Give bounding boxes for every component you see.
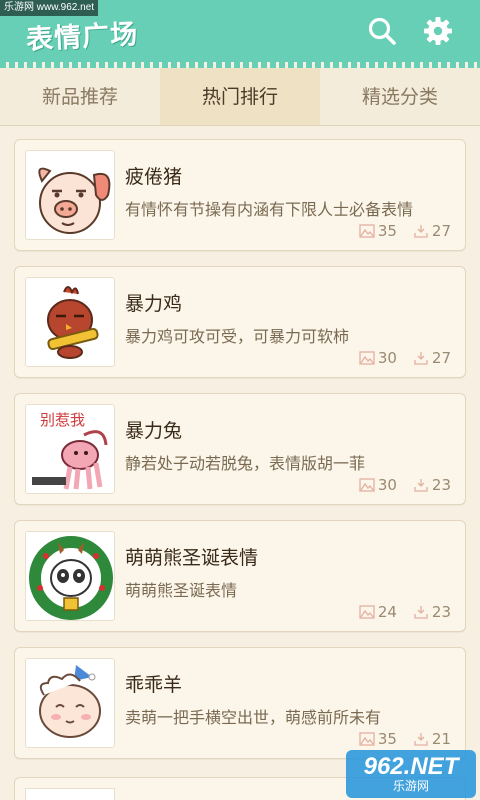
list-item[interactable]: 乖乖羊 卖萌一把手横空出世，萌感前所未有 35 21 [14, 647, 466, 759]
download-icon [414, 733, 428, 746]
watermark-logo-subtext: 乐游网 [392, 779, 429, 793]
list-item[interactable]: 暴力鸡 暴力鸡可攻可受，可暴力可软柿 30 27 [14, 266, 466, 378]
view-count-value: 24 [377, 603, 397, 621]
item-description: 静若处子动若脱兔，表情版胡一菲 [125, 454, 366, 473]
download-count: 27 [413, 349, 451, 367]
view-count: 30 [359, 349, 397, 367]
watermark-top: 乐游网 www.962.net [0, 0, 99, 16]
chicken-sticker-icon [47, 286, 99, 359]
view-count: 24 [359, 603, 397, 621]
list-item[interactable]: 别惹我 暴力兔 静若处子动若脱兔，表情版胡一菲 30 23 [14, 393, 466, 505]
item-thumbnail [25, 531, 115, 621]
item-description: 暴力鸡可攻可受，可暴力可软柿 [125, 327, 350, 346]
download-count-value: 23 [431, 476, 451, 494]
item-description: 有情怀有节操有内涵有下限人士必备表情 [125, 200, 414, 219]
download-icon [414, 606, 428, 619]
sheep-sticker-icon [39, 665, 101, 738]
image-icon [359, 605, 375, 619]
view-count-value: 35 [377, 730, 397, 748]
item-stats: 35 21 [343, 730, 451, 748]
download-count-value: 23 [431, 603, 451, 621]
rabbit-sticker-icon [32, 430, 108, 490]
item-thumbnail [25, 277, 115, 367]
download-icon [414, 352, 428, 365]
item-thumbnail: 别惹我 [25, 404, 115, 494]
view-count-value: 30 [377, 349, 397, 367]
view-count: 30 [359, 476, 397, 494]
search-button[interactable] [362, 11, 402, 51]
bear-wreath-sticker-icon [29, 536, 113, 620]
image-icon [359, 351, 375, 365]
download-icon [414, 479, 428, 492]
image-icon [359, 732, 375, 746]
download-icon [414, 225, 428, 238]
item-stats: 30 27 [343, 349, 451, 367]
view-count: 35 [359, 222, 397, 240]
pig-sticker-icon [38, 167, 111, 234]
emoji-pack-list: 疲倦猪 有情怀有节操有内涵有下限人士必备表情 35 27 暴力鸡 暴力鸡可攻可受… [14, 139, 466, 774]
download-count: 21 [413, 730, 451, 748]
item-stats: 24 23 [343, 603, 451, 621]
list-item[interactable]: 萌萌熊圣诞表情 萌萌熊圣诞表情 24 23 [14, 520, 466, 632]
tab-hot[interactable]: 热门排行 [160, 68, 320, 125]
download-count-value: 27 [431, 222, 451, 240]
watermark-logo: 962.NET 乐游网 [346, 750, 476, 798]
app-title: 表情广场 [25, 18, 139, 56]
search-icon [368, 17, 396, 45]
watermark-logo-text: 962.NET [363, 753, 459, 780]
view-count: 35 [359, 730, 397, 748]
image-icon [359, 224, 375, 238]
item-description: 卖萌一把手横空出世，萌感前所未有 [125, 708, 382, 727]
item-title: 萌萌熊圣诞表情 [125, 547, 259, 569]
item-title: 暴力鸡 [125, 293, 183, 315]
download-count-value: 27 [431, 349, 451, 367]
item-thumbnail [25, 150, 115, 240]
item-title: 疲倦猪 [125, 166, 183, 188]
item-stats: 30 23 [343, 476, 451, 494]
item-stats: 35 27 [343, 222, 451, 240]
tab-new[interactable]: 新品推荐 [0, 68, 160, 125]
item-description: 萌萌熊圣诞表情 [125, 581, 238, 600]
list-item[interactable]: 疲倦猪 有情怀有节操有内涵有下限人士必备表情 35 27 [14, 139, 466, 251]
download-count: 23 [413, 603, 451, 621]
tab-bar: 新品推荐 热门排行 精选分类 [0, 68, 480, 126]
download-count: 23 [413, 476, 451, 494]
download-count-value: 21 [431, 730, 451, 748]
tab-featured[interactable]: 精选分类 [320, 68, 480, 125]
view-count-value: 35 [377, 222, 397, 240]
item-thumbnail [25, 658, 115, 748]
item-title: 暴力兔 [125, 420, 183, 442]
item-thumbnail [25, 788, 115, 800]
settings-button[interactable] [418, 11, 458, 51]
gear-icon [424, 17, 452, 45]
download-count: 27 [413, 222, 451, 240]
item-title: 乖乖羊 [125, 674, 183, 696]
view-count-value: 30 [377, 476, 397, 494]
image-icon [359, 478, 375, 492]
